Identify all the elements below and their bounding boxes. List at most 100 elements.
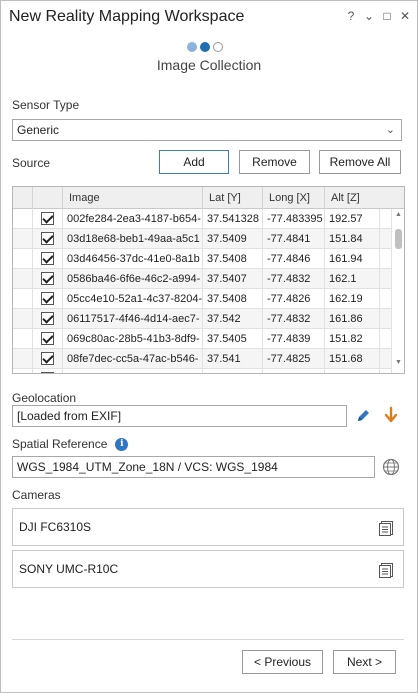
source-label: Source <box>12 156 51 170</box>
row-checkbox[interactable] <box>41 372 54 373</box>
remove-all-button[interactable]: Remove All <box>319 150 401 174</box>
globe-icon[interactable] <box>382 458 400 476</box>
lat-cell: 37.5408 <box>203 289 263 309</box>
arrow-down-icon[interactable] <box>383 406 399 424</box>
scroll-up-icon[interactable]: ▲ <box>392 211 404 223</box>
step-dot-pending <box>213 42 223 52</box>
scrollbar-thumb[interactable] <box>395 229 402 249</box>
pencil-icon[interactable] <box>355 408 371 424</box>
table-row[interactable]: 0969b085-1863-44ad-985637.5427-77.482916… <box>13 369 393 373</box>
row-header-cell <box>13 209 33 229</box>
table-header: Image Lat [Y] Long [X] Alt [Z] <box>13 187 404 209</box>
table-scrollbar[interactable]: ▲ ▼ <box>391 209 404 373</box>
alt-cell: 151.84 <box>325 229 380 249</box>
checkbox-cell <box>33 309 63 329</box>
long-cell: -77.483395 <box>263 209 325 229</box>
row-checkbox[interactable] <box>41 232 54 245</box>
geolocation-field[interactable]: [Loaded from EXIF] <box>12 405 347 427</box>
select-column-header[interactable] <box>33 187 63 209</box>
checkbox-cell <box>33 369 63 373</box>
row-checkbox[interactable] <box>41 332 54 345</box>
alt-cell: 192.57 <box>325 209 380 229</box>
add-button[interactable]: Add <box>159 150 229 174</box>
long-cell: -77.4832 <box>263 309 325 329</box>
lat-cell: 37.5427 <box>203 369 263 373</box>
alt-cell: 162.1 <box>325 269 380 289</box>
column-header-long[interactable]: Long [X] <box>263 187 325 209</box>
spatial-reference-label: Spatial Reference <box>12 437 108 451</box>
previous-button[interactable]: < Previous <box>242 650 323 674</box>
row-checkbox[interactable] <box>41 352 54 365</box>
long-cell: -77.4832 <box>263 269 325 289</box>
alt-cell: 151.82 <box>325 329 380 349</box>
image-cell: 002fe284-2ea3-4187-b654- <box>63 209 203 229</box>
spatial-reference-field[interactable]: WGS_1984_UTM_Zone_18N / VCS: WGS_1984 <box>12 456 375 478</box>
table-row[interactable]: 069c80ac-28b5-41b3-8df9- 37.5405 -77.4839 1… <box>13 329 393 349</box>
checkbox-cell <box>33 249 63 269</box>
row-header-cell <box>13 229 33 249</box>
row-checkbox[interactable] <box>41 292 54 305</box>
row-checkbox[interactable] <box>41 312 54 325</box>
chevron-down-icon[interactable]: ⌄ <box>364 9 374 23</box>
step-dot-current <box>200 42 210 52</box>
checkbox-cell <box>33 229 63 249</box>
camera-item[interactable]: DJI FC6310S <box>12 508 404 546</box>
long-cell: -77.4826 <box>263 289 325 309</box>
checkbox-cell <box>33 349 63 369</box>
table-row[interactable]: 08fe7dec-cc5a-47ac-b546- 37.541 -77.4825 15… <box>13 349 393 369</box>
image-cell: 069c80ac-28b5-41b3-8df9- <box>63 329 203 349</box>
column-header-image[interactable]: Image <box>63 187 203 209</box>
camera-item[interactable]: SONY UMC-R10C <box>12 550 404 588</box>
alt-cell: 151.68 <box>325 349 380 369</box>
row-checkbox[interactable] <box>41 272 54 285</box>
long-cell: -77.4841 <box>263 229 325 249</box>
lat-cell: 37.5407 <box>203 269 263 289</box>
lat-cell: 37.541328 <box>203 209 263 229</box>
column-header-lat[interactable]: Lat [Y] <box>203 187 263 209</box>
close-icon[interactable]: ✕ <box>400 9 410 23</box>
scroll-down-icon[interactable]: ▼ <box>392 359 404 371</box>
wizard-step-indicator <box>187 42 223 52</box>
table-row[interactable]: 0586ba46-6f6e-46c2-a994- 37.5407 -77.4832 1… <box>13 269 393 289</box>
sensor-type-value: Generic <box>17 123 60 137</box>
help-icon[interactable]: ? <box>346 9 356 23</box>
sensor-type-select[interactable]: Generic ⌄ <box>12 119 402 141</box>
table-row[interactable]: 002fe284-2ea3-4187-b654- 37.541328 -77.483… <box>13 209 393 229</box>
long-cell: -77.4829 <box>263 369 325 373</box>
table-row[interactable]: 05cc4e10-52a1-4c37-8204- 37.5408 -77.4826 1… <box>13 289 393 309</box>
long-cell: -77.4846 <box>263 249 325 269</box>
properties-icon[interactable] <box>379 520 395 536</box>
lat-cell: 37.5405 <box>203 329 263 349</box>
row-checkbox[interactable] <box>41 252 54 265</box>
row-header-cell <box>13 329 33 349</box>
cameras-label: Cameras <box>12 488 61 502</box>
row-header-cell <box>13 349 33 369</box>
row-header-cell <box>13 269 33 289</box>
maximize-icon[interactable]: □ <box>382 9 392 23</box>
info-icon[interactable]: i <box>115 437 129 451</box>
geolocation-label: Geolocation <box>12 391 77 405</box>
image-cell: 03d46456-37dc-41e0-8a1b <box>63 249 203 269</box>
pane-title: New Reality Mapping Workspace <box>9 8 245 25</box>
checkbox-cell <box>33 289 63 309</box>
column-header-alt[interactable]: Alt [Z] <box>325 187 393 209</box>
image-cell: 03d18e68-beb1-49aa-a5c1 <box>63 229 203 249</box>
lat-cell: 37.542 <box>203 309 263 329</box>
checkbox-cell <box>33 329 63 349</box>
next-button[interactable]: Next > <box>333 650 396 674</box>
image-cell: 06117517-4f46-4d14-aec7- <box>63 309 203 329</box>
checkbox-cell <box>33 209 63 229</box>
chevron-down-icon: ⌄ <box>385 124 395 136</box>
sensor-type-label: Sensor Type <box>12 98 80 112</box>
table-row[interactable]: 03d18e68-beb1-49aa-a5c1 37.5409 -77.4841 15… <box>13 229 393 249</box>
properties-icon[interactable] <box>379 562 395 578</box>
long-cell: -77.4839 <box>263 329 325 349</box>
table-row[interactable]: 06117517-4f46-4d14-aec7- 37.542 -77.4832 16… <box>13 309 393 329</box>
image-cell: 05cc4e10-52a1-4c37-8204- <box>63 289 203 309</box>
table-row[interactable]: 03d46456-37dc-41e0-8a1b 37.5408 -77.4846 16… <box>13 249 393 269</box>
remove-button[interactable]: Remove <box>239 150 310 174</box>
row-checkbox[interactable] <box>41 212 54 225</box>
row-header-cell <box>13 309 33 329</box>
row-header-spacer <box>13 187 33 209</box>
image-cell: 0969b085-1863-44ad-9856 <box>63 369 203 373</box>
